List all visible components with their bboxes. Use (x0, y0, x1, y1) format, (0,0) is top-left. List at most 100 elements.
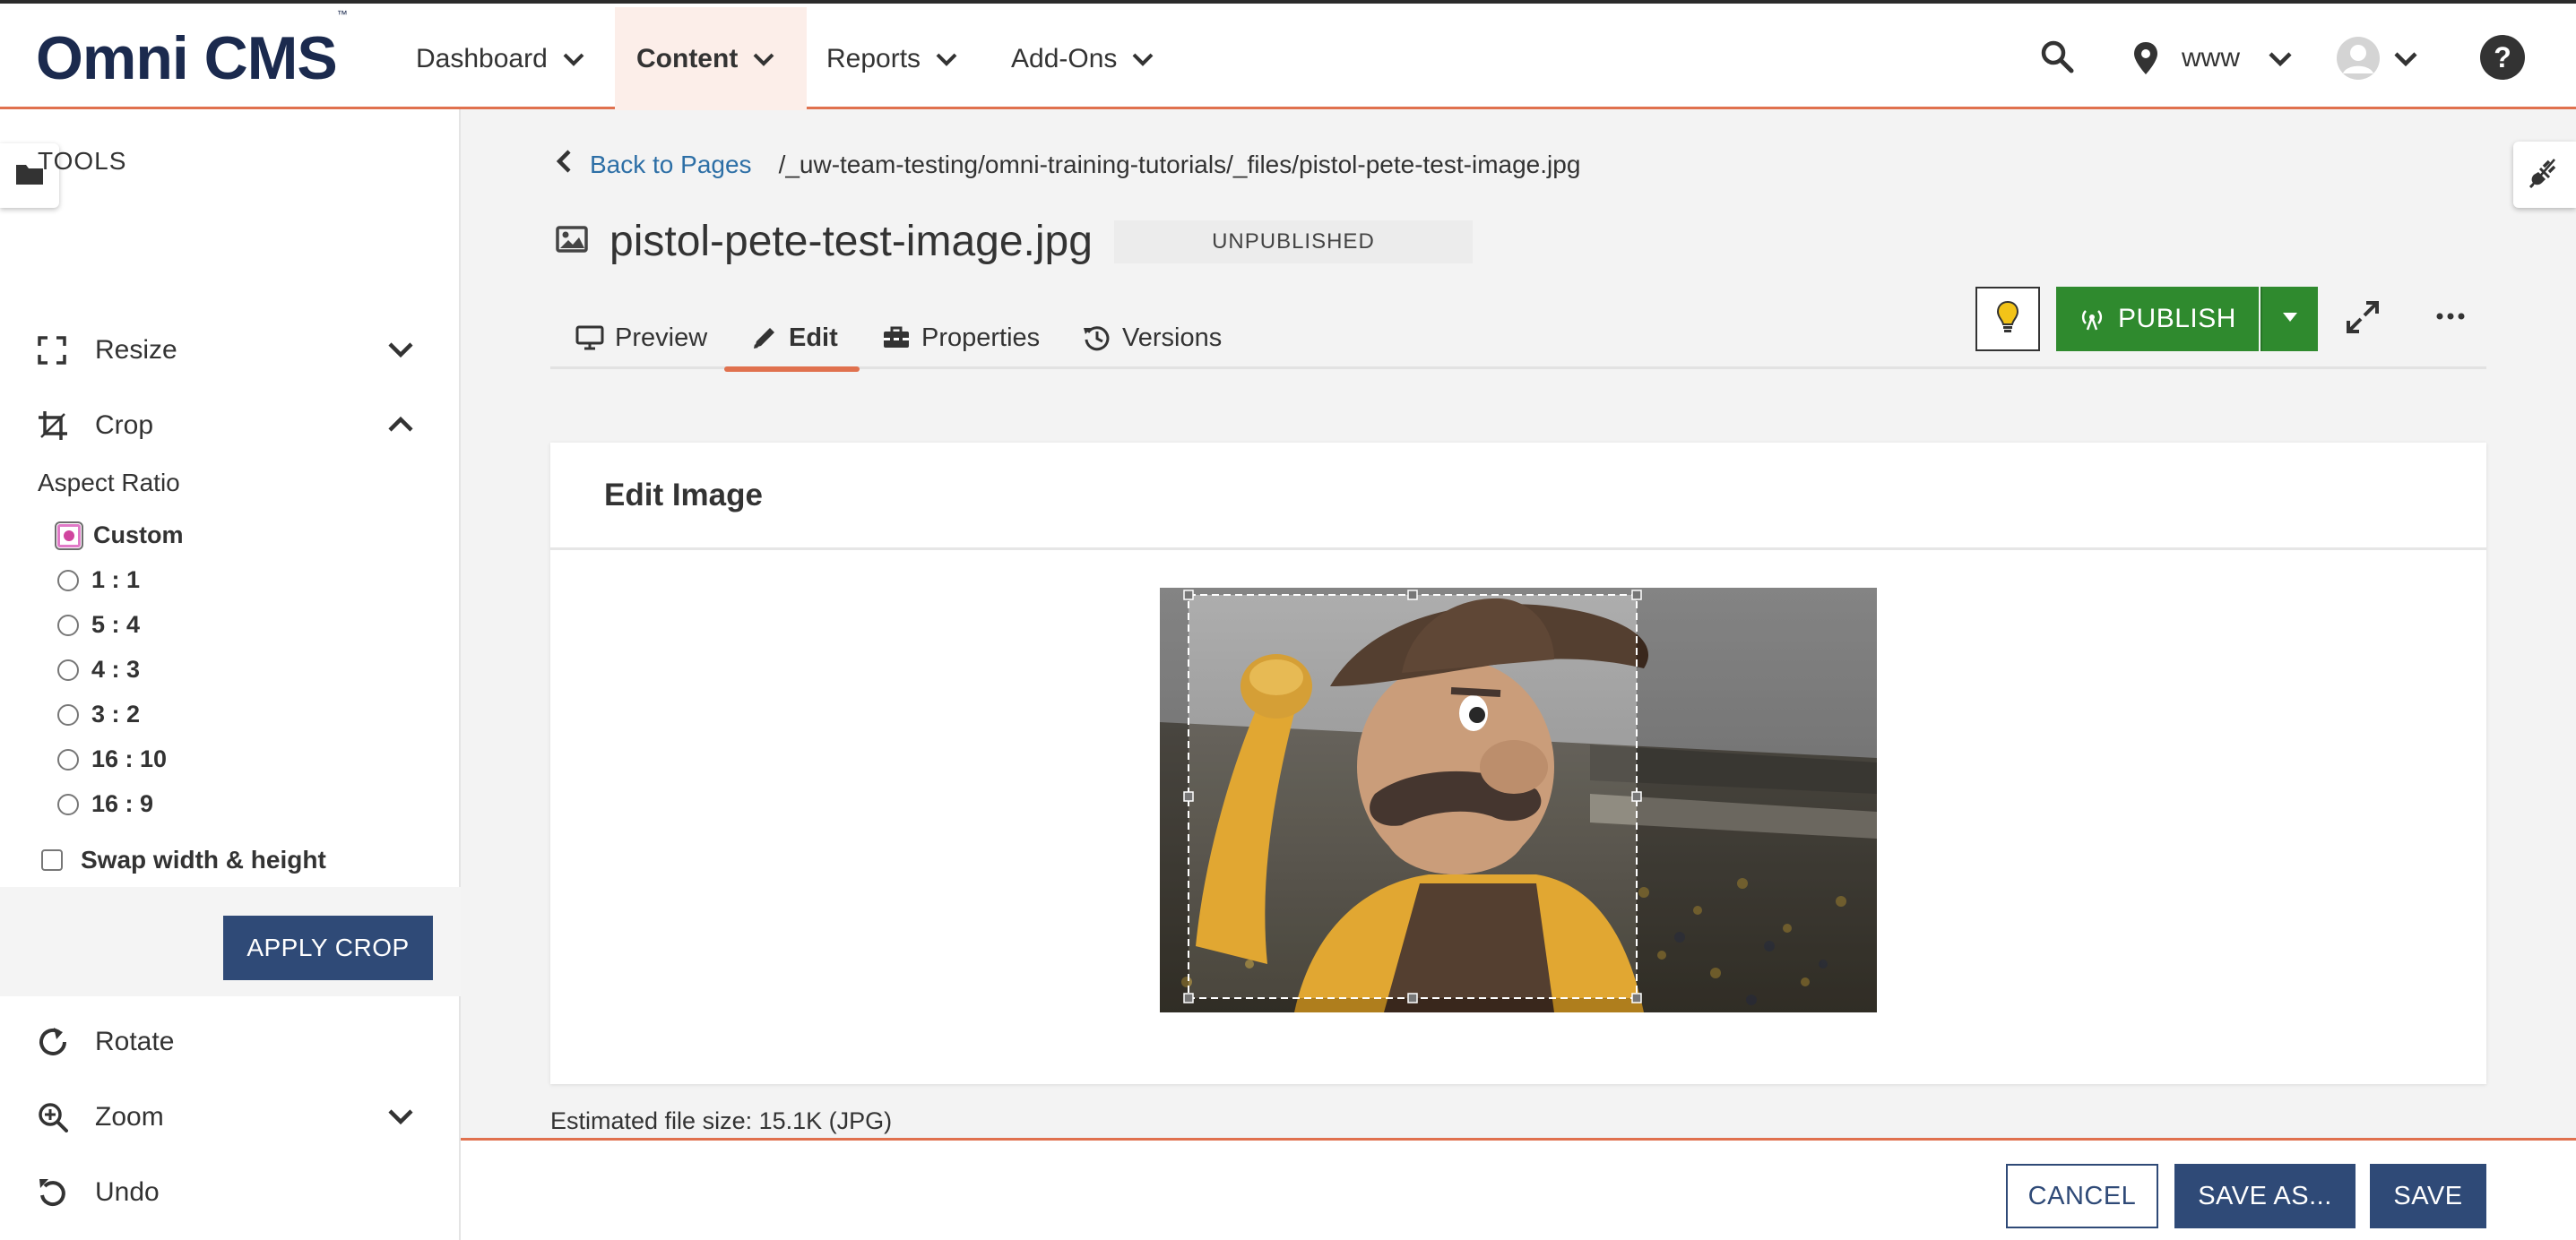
apply-crop-button[interactable]: APPLY CROP (223, 916, 433, 980)
tool-rotate[interactable]: Rotate (38, 1020, 414, 1064)
aspect-option-16-10[interactable]: 16 : 10 (57, 745, 167, 773)
aspect-option-label: 5 : 4 (91, 611, 141, 638)
chevron-left-icon[interactable] (556, 149, 572, 180)
rotate-icon (38, 1027, 73, 1057)
tool-rotate-label: Rotate (95, 1027, 175, 1056)
swap-width-height-option[interactable]: Swap width & height (41, 846, 326, 874)
edit-image-heading: Edit Image (550, 443, 2486, 550)
plug-icon (2528, 158, 2560, 193)
crop-icon (38, 410, 73, 441)
tool-undo-label: Undo (95, 1177, 160, 1207)
nav-add-ons[interactable]: Add-Ons (990, 7, 1176, 110)
publish-options-dropdown[interactable] (2260, 287, 2318, 351)
save-button[interactable]: SAVE (2370, 1164, 2486, 1228)
tab-versions-label: Versions (1122, 323, 1223, 352)
radio-button[interactable] (55, 521, 83, 550)
nav-add-ons-label: Add-Ons (1011, 43, 1118, 73)
location-pin-icon[interactable] (2133, 41, 2158, 75)
status-badge: UNPUBLISHED (1113, 220, 1473, 263)
image-canvas[interactable] (1160, 588, 1877, 1012)
undo-icon (38, 1177, 73, 1208)
tool-undo[interactable]: Undo (38, 1170, 414, 1215)
tab-properties[interactable]: Properties (882, 306, 1040, 369)
tool-crop-label: Crop (95, 410, 154, 440)
chevron-down-icon[interactable] (2393, 50, 2418, 68)
publish-button[interactable]: PUBLISH (2056, 287, 2259, 351)
back-to-pages-link[interactable]: Back to Pages (590, 151, 752, 179)
chevron-down-icon (935, 44, 958, 74)
gadgets-toggle-button[interactable] (2513, 142, 2576, 208)
file-path: /_uw-team-testing/omni-training-tutorial… (778, 150, 1581, 178)
aspect-option-label: 4 : 3 (91, 656, 141, 683)
tab-versions[interactable]: Versions (1083, 306, 1222, 369)
nav-dashboard-label: Dashboard (416, 43, 548, 73)
broadcast-icon (2079, 307, 2105, 331)
resize-icon (38, 336, 73, 365)
aspect-option-label: 1 : 1 (91, 566, 141, 593)
top-nav-bar: Omni CMS™ Dashboard Content Reports Add-… (0, 0, 2576, 110)
aspect-option-label: Custom (93, 521, 184, 548)
save-as-button[interactable]: SAVE AS... (2174, 1164, 2356, 1228)
cancel-button[interactable]: CANCEL (2006, 1164, 2158, 1228)
aspect-option-label: 3 : 2 (91, 701, 141, 728)
expand-icon[interactable] (2345, 299, 2381, 340)
tips-button[interactable] (1975, 287, 2040, 351)
tab-preview-label: Preview (615, 323, 708, 352)
tools-heading: TOOLS (38, 147, 127, 175)
estimated-file-size: Estimated file size: 15.1K (JPG) (550, 1107, 893, 1134)
chevron-down-icon (387, 335, 414, 366)
tab-edit[interactable]: Edit (724, 306, 860, 372)
aspect-ratio-label: Aspect Ratio (38, 469, 180, 496)
page-title: pistol-pete-test-image.jpg (609, 218, 1093, 265)
nav-content-label: Content (636, 43, 739, 73)
aspect-option-label: 16 : 10 (91, 745, 168, 772)
monitor-icon (575, 325, 604, 350)
search-icon[interactable] (2040, 39, 2074, 73)
mascot-photo (1160, 588, 1877, 1012)
chevron-up-icon (387, 410, 414, 441)
history-icon (1083, 323, 1111, 352)
edit-image-panel: Edit Image (550, 443, 2486, 1084)
tool-zoom-label: Zoom (95, 1102, 164, 1132)
action-footer: CANCEL SAVE AS... SAVE (461, 1138, 2576, 1240)
nav-dashboard[interactable]: Dashboard (394, 7, 607, 110)
radio-button[interactable] (57, 614, 79, 636)
chevron-down-icon (752, 44, 775, 74)
help-icon[interactable]: ? (2479, 34, 2526, 81)
aspect-option-4-3[interactable]: 4 : 3 (57, 656, 140, 684)
nav-reports-label: Reports (826, 43, 921, 73)
aspect-option-3-2[interactable]: 3 : 2 (57, 701, 140, 728)
image-file-icon (556, 226, 588, 257)
more-options-icon[interactable] (2436, 310, 2465, 327)
tool-resize-label: Resize (95, 335, 177, 365)
radio-button[interactable] (57, 748, 79, 771)
nav-reports[interactable]: Reports (805, 7, 980, 110)
aspect-option-16-9[interactable]: 16 : 9 (57, 790, 153, 818)
tab-preview[interactable]: Preview (575, 306, 707, 369)
breadcrumb: Back to Pages /_uw-team-testing/omni-tra… (556, 149, 1580, 180)
aspect-option-5-4[interactable]: 5 : 4 (57, 611, 140, 639)
radio-button[interactable] (57, 569, 79, 591)
radio-button[interactable] (57, 703, 79, 726)
svg-text:?: ? (2494, 41, 2511, 73)
aspect-option-1-1[interactable]: 1 : 1 (57, 566, 140, 594)
user-avatar[interactable] (2336, 36, 2381, 81)
radio-button[interactable] (57, 659, 79, 681)
lightbulb-icon (1996, 300, 2019, 339)
nav-content[interactable]: Content (615, 7, 807, 110)
chevron-down-icon (387, 1102, 414, 1132)
chevron-down-icon (562, 44, 585, 74)
radio-button[interactable] (57, 793, 79, 815)
caret-down-icon (2282, 311, 2298, 327)
tool-crop[interactable]: Crop (38, 403, 414, 448)
trademark-mark: ™ (336, 8, 348, 22)
toolbox-icon (882, 325, 911, 350)
tool-zoom[interactable]: Zoom (38, 1095, 414, 1140)
aspect-option-custom[interactable]: Custom (55, 521, 184, 550)
site-selector[interactable]: www (2182, 43, 2240, 73)
tool-resize[interactable]: Resize (38, 328, 414, 373)
swap-checkbox[interactable] (41, 849, 63, 871)
chevron-down-icon[interactable] (2268, 50, 2293, 68)
omni-cms-logo[interactable]: Omni CMS™ (36, 8, 348, 93)
aspect-option-label: 16 : 9 (91, 790, 154, 817)
